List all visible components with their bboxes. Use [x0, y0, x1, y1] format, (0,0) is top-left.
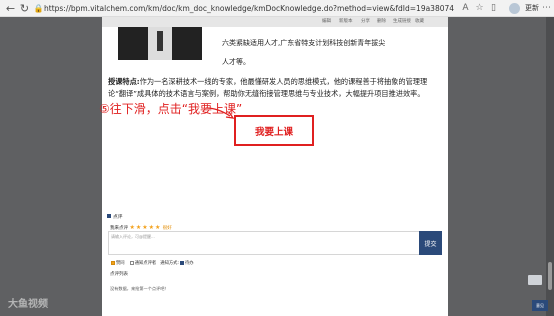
annotation-arrow-icon [205, 107, 235, 119]
tab-favorite[interactable]: 收藏 [415, 19, 424, 25]
teaching-feature-paragraph: 授课特点:作为一名深耕技术一线的专家，他最懂研发人员的思维模式，他的课程善于将抽… [108, 76, 434, 100]
comment-options: 赞同 通知点评者 通知方式: 待办 [110, 260, 194, 266]
tab-delete[interactable]: 删除 [377, 19, 386, 25]
comment-icon [107, 214, 111, 218]
profile-line-2: 人才等。 [222, 58, 250, 66]
tab-edit[interactable]: 编辑 [322, 19, 331, 25]
comment-list-title: 点评列表 [110, 272, 128, 277]
watermark-logo: 大鱼视频 [8, 299, 48, 310]
todo-checkbox[interactable] [179, 260, 184, 265]
document-page [102, 17, 448, 316]
agree-checkbox[interactable] [111, 260, 115, 265]
comment-header-label: 点评 [113, 215, 123, 220]
tab-new-version[interactable]: 新版本 [339, 19, 353, 25]
todo-label: 待办 [184, 261, 194, 266]
tab-share[interactable]: 分享 [361, 19, 370, 25]
teaching-feature-label: 授课特点: [108, 77, 140, 86]
rating-row: 我来点评 ★★★★★ 很好 [110, 224, 172, 231]
side-tool-button[interactable] [528, 275, 542, 285]
doc-toolbar: 编辑 新版本 分享 删除 生成链接 收藏 [102, 17, 448, 27]
enroll-button[interactable]: 我要上课 [234, 115, 314, 146]
address-bar[interactable]: https://bpm.vitalchem.com/km/doc/km_doc_… [44, 2, 454, 15]
notify-label: 通知点评者 [134, 261, 157, 266]
agree-label: 赞同 [116, 261, 125, 266]
instructor-photo [118, 27, 202, 60]
scrollbar-thumb[interactable] [548, 262, 552, 290]
avatar[interactable] [509, 3, 520, 14]
enroll-button-label: 我要上课 [254, 126, 293, 138]
profile-line-1: 六类紧缺适用人才,广东省特支计划科技创新青年拔尖 [222, 39, 386, 47]
tab-link[interactable]: 生成链接 [393, 19, 411, 25]
more-icon[interactable]: ⋯ [541, 3, 552, 14]
read-aloud-icon[interactable]: A [460, 3, 471, 14]
empty-comment-text: 没有数据，来抢第一个点评吧！ [110, 286, 169, 291]
update-button[interactable]: 更新 [525, 2, 539, 15]
rating-stars[interactable]: ★★★★★ [129, 224, 161, 231]
notify-method-label: 通知方式: [160, 261, 179, 266]
comment-header: 点评 [107, 213, 123, 220]
browser-toolbar: ← ↻ 🔒 https://bpm.vitalchem.com/km/doc/k… [0, 0, 554, 17]
favorite-icon[interactable]: ☆ [474, 3, 485, 14]
feedback-button[interactable]: 意见 [532, 300, 548, 311]
refresh-icon[interactable]: ↻ [18, 2, 31, 15]
comment-input[interactable]: 请输入评论，可@提醒... [108, 231, 421, 255]
notify-checkbox[interactable] [129, 260, 134, 265]
submit-button[interactable]: 提交 [419, 231, 442, 255]
teaching-feature-text: 作为一名深耕技术一线的专家，他最懂研发人员的思维模式，他的课程善于将抽象的管理理… [108, 77, 428, 98]
back-icon[interactable]: ← [4, 2, 17, 15]
split-screen-icon[interactable]: ▯ [488, 3, 499, 14]
